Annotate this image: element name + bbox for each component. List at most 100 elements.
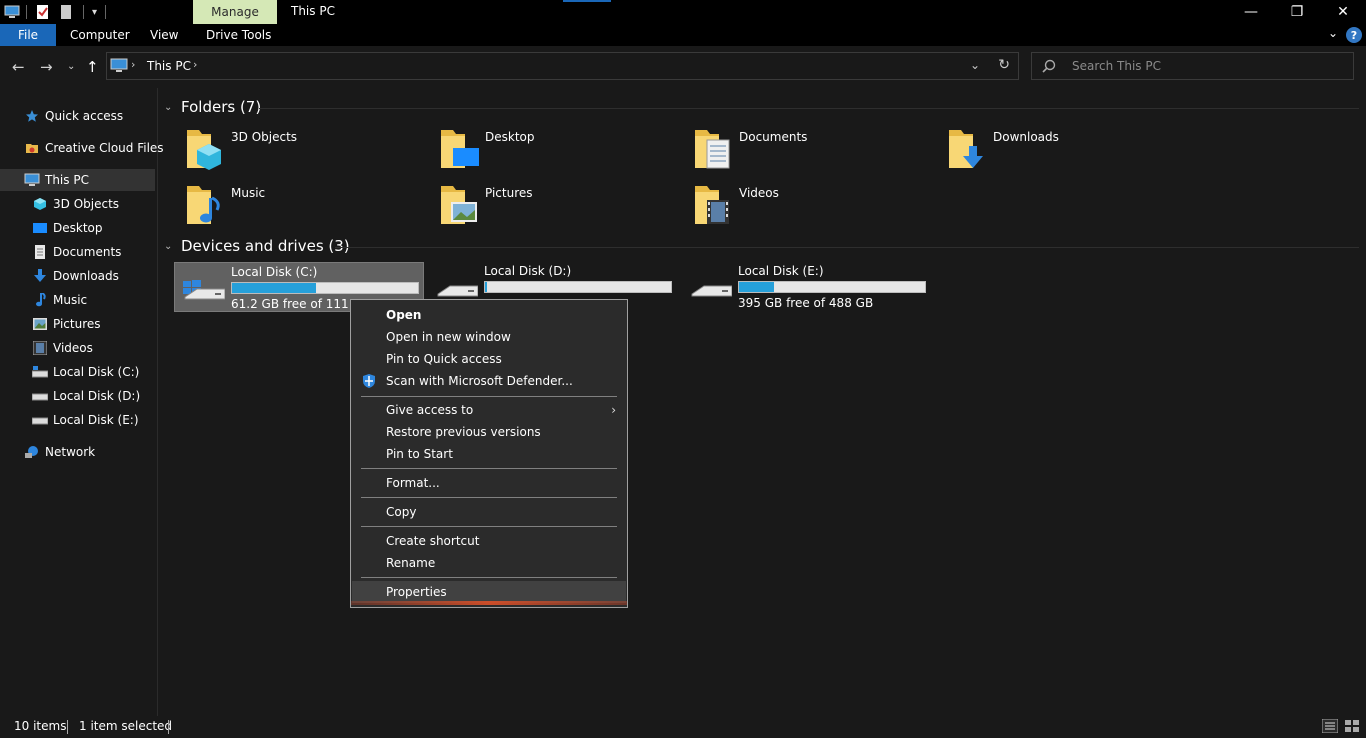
sidebar-item-3d-objects[interactable]: 3D Objects: [32, 193, 119, 215]
folder-label: Videos: [739, 186, 779, 200]
menu-item-copy[interactable]: Copy: [352, 501, 626, 523]
folder-documents[interactable]: Documents: [693, 126, 933, 176]
divider: [67, 720, 68, 734]
drive-icon: [32, 364, 48, 380]
sidebar-item-music[interactable]: Music: [32, 289, 87, 311]
tab-drive-tools[interactable]: Drive Tools: [206, 24, 271, 46]
sidebar-item-pictures[interactable]: Pictures: [32, 313, 101, 335]
back-arrow-icon[interactable]: ←: [12, 58, 25, 76]
drive-tile-e[interactable]: Local Disk (E:) 395 GB free of 488 GB: [682, 262, 932, 312]
sidebar-item-quick-access[interactable]: Quick access: [24, 105, 123, 127]
properties-icon[interactable]: [35, 4, 51, 20]
search-input[interactable]: [1072, 57, 1342, 75]
menu-item-restore-versions[interactable]: Restore previous versions: [352, 421, 626, 443]
sidebar-item-documents[interactable]: Documents: [32, 241, 121, 263]
selection-count: 1 item selected: [79, 719, 173, 733]
chevron-down-icon[interactable]: ⌄: [970, 58, 980, 72]
help-icon[interactable]: ?: [1346, 27, 1362, 43]
sidebar-item-creative-cloud-files[interactable]: Creative Cloud Files: [24, 137, 164, 159]
search-icon: [1042, 59, 1056, 76]
expand-ribbon-icon[interactable]: ⌄: [1328, 26, 1338, 40]
drive-icon: [688, 272, 733, 303]
new-folder-icon[interactable]: [59, 4, 75, 20]
menu-item-pin-start[interactable]: Pin to Start: [352, 443, 626, 465]
menu-separator: [361, 468, 617, 469]
folder-videos[interactable]: Videos: [693, 182, 933, 232]
menu-item-label: Format...: [386, 476, 440, 490]
sidebar-item-label: Desktop: [53, 221, 103, 235]
drive-usage-fill: [485, 282, 487, 292]
restore-button[interactable]: ❐: [1274, 0, 1320, 24]
search-box[interactable]: [1031, 52, 1354, 80]
sidebar-item-label: Videos: [53, 341, 93, 355]
computer-icon[interactable]: [4, 4, 20, 20]
tab-computer[interactable]: Computer: [70, 24, 130, 46]
up-arrow-icon[interactable]: ↑: [86, 58, 99, 76]
drive-name: Local Disk (D:): [484, 264, 572, 278]
menu-item-label: Copy: [386, 505, 417, 519]
menu-item-give-access[interactable]: Give access to ›: [352, 399, 626, 421]
folder-music[interactable]: Music: [185, 182, 425, 232]
sidebar-item-downloads[interactable]: Downloads: [32, 265, 119, 287]
divider: [259, 108, 1359, 109]
navigation-bar: ← → ⌄ ↑ › This PC › ⌄ ↻: [0, 46, 1366, 88]
menu-item-label: Properties: [386, 585, 447, 599]
folder-pictures[interactable]: Pictures: [439, 182, 679, 232]
video-folder-icon: [693, 182, 733, 226]
refresh-icon[interactable]: ↻: [998, 57, 1010, 73]
sidebar-item-desktop[interactable]: Desktop: [32, 217, 103, 239]
quick-access-toolbar: ▾: [0, 0, 107, 24]
menu-item-format[interactable]: Format...: [352, 472, 626, 494]
sidebar-item-videos[interactable]: Videos: [32, 337, 93, 359]
minimize-button[interactable]: —: [1228, 0, 1274, 24]
folder-downloads[interactable]: Downloads: [947, 126, 1187, 176]
menu-item-open-new-window[interactable]: Open in new window: [352, 326, 626, 348]
recent-locations-icon[interactable]: ⌄: [67, 61, 75, 72]
sidebar-item-this-pc[interactable]: This PC: [0, 169, 155, 191]
menu-item-create-shortcut[interactable]: Create shortcut: [352, 530, 626, 552]
sidebar-item-network[interactable]: Network: [24, 441, 95, 463]
menu-item-rename[interactable]: Rename: [352, 552, 626, 574]
folder-3d-objects[interactable]: 3D Objects: [185, 126, 425, 176]
sidebar-item-local-disk-e[interactable]: Local Disk (E:): [32, 409, 139, 431]
tab-view[interactable]: View: [150, 24, 178, 46]
menu-item-scan-defender[interactable]: Scan with Microsoft Defender...: [352, 370, 626, 392]
forward-arrow-icon[interactable]: →: [40, 58, 53, 76]
folder-label: 3D Objects: [231, 130, 298, 144]
divider: [83, 5, 84, 19]
group-title: Folders (7): [181, 98, 262, 116]
drives-group-header[interactable]: ⌄ Devices and drives (3): [164, 237, 350, 255]
chevron-right-icon[interactable]: ›: [131, 58, 135, 71]
sidebar-item-label: Local Disk (E:): [53, 413, 139, 427]
sidebar-item-local-disk-c[interactable]: Local Disk (C:): [32, 361, 139, 383]
menu-item-label: Restore previous versions: [386, 425, 541, 439]
folder-desktop[interactable]: Desktop: [439, 126, 679, 176]
navigation-pane: Quick access Creative Cloud Files This P…: [0, 88, 164, 716]
customize-toolbar-icon[interactable]: ▾: [92, 7, 97, 18]
menu-item-open[interactable]: Open: [352, 304, 626, 326]
drive-usage-bar: [484, 281, 672, 293]
menu-item-pin-quick-access[interactable]: Pin to Quick access: [352, 348, 626, 370]
network-icon: [24, 444, 40, 460]
tab-file[interactable]: File: [0, 24, 56, 46]
large-icons-view-icon[interactable]: [1344, 719, 1360, 736]
details-view-icon[interactable]: [1321, 718, 1339, 736]
sidebar-item-label: Music: [53, 293, 88, 307]
sidebar-item-label: Downloads: [53, 269, 119, 283]
address-bar[interactable]: › This PC › ⌄ ↻: [106, 52, 1019, 80]
close-button[interactable]: ✕: [1320, 0, 1366, 24]
sidebar-item-label: Creative Cloud Files: [45, 141, 164, 155]
breadcrumb-this-pc[interactable]: This PC: [147, 59, 191, 73]
chevron-right-icon[interactable]: ›: [193, 58, 197, 71]
sidebar-item-local-disk-d[interactable]: Local Disk (D:): [32, 385, 140, 407]
star-icon: [24, 108, 40, 124]
sidebar-item-label: Local Disk (D:): [53, 389, 141, 403]
menu-item-properties[interactable]: Properties: [352, 581, 626, 603]
window-controls: — ❐ ✕: [1228, 0, 1366, 24]
folders-group-header[interactable]: ⌄ Folders (7): [164, 98, 261, 116]
manage-context-tab[interactable]: Manage: [193, 0, 277, 24]
divider: [335, 247, 1359, 248]
menu-item-label: Scan with Microsoft Defender...: [386, 374, 573, 388]
menu-separator: [361, 526, 617, 527]
context-menu: Open Open in new window Pin to Quick acc…: [350, 299, 628, 608]
